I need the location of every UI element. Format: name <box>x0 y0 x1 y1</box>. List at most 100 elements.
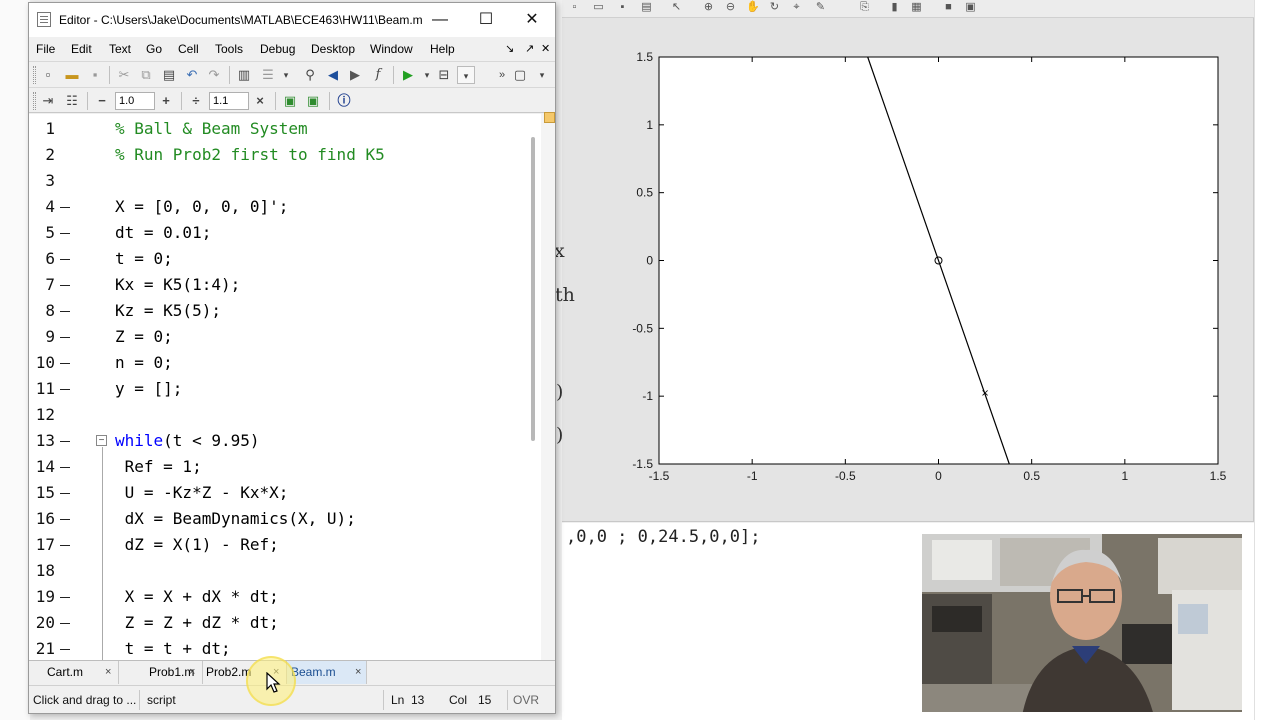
minimize-button[interactable]: — <box>417 3 463 37</box>
breakpoint-dash[interactable] <box>60 467 70 468</box>
webcam-overlay <box>920 532 1244 714</box>
x-tick-label: -1 <box>747 469 758 483</box>
breakpoint-dash[interactable] <box>60 285 70 286</box>
layout-icon[interactable]: ▢ <box>511 66 529 84</box>
evaluate-cell-icon[interactable]: ▣ <box>281 92 299 110</box>
redo-icon[interactable]: ↷ <box>205 66 223 84</box>
more-tools-icon[interactable]: » <box>493 66 511 84</box>
increment-value-input[interactable] <box>115 92 155 110</box>
new-file-icon[interactable]: ▫ <box>39 66 57 84</box>
tab-cart[interactable]: Cart.m × <box>35 661 119 684</box>
title-bar[interactable]: Editor - C:\Users\Jake\Documents\MATLAB\… <box>29 3 555 37</box>
menu-cell[interactable]: Cell <box>178 42 199 56</box>
dropdown-arrow-icon[interactable]: ▾ <box>277 66 295 84</box>
stack-dropdown[interactable]: ▾ <box>457 66 475 84</box>
toolbar-grip[interactable] <box>33 66 36 84</box>
menu-text[interactable]: Text <box>109 42 131 56</box>
status-col-value: 15 <box>478 693 492 707</box>
breakpoint-dash[interactable] <box>60 597 70 598</box>
evaluate-advance-icon[interactable]: ▣ <box>304 92 322 110</box>
multiply-button[interactable]: × <box>251 92 269 110</box>
breakpoint-dash[interactable] <box>60 207 70 208</box>
toolbar-grip[interactable] <box>33 92 36 110</box>
menu-help[interactable]: Help <box>430 42 455 56</box>
close-document-icon[interactable]: ✕ <box>541 42 550 55</box>
breakpoint-dash[interactable] <box>60 649 70 650</box>
run-dropdown-icon[interactable]: ▾ <box>418 66 436 84</box>
breakpoint-dash[interactable] <box>60 259 70 260</box>
tab-beam[interactable]: Beam.m × <box>287 661 367 684</box>
vertical-scrollbar[interactable] <box>541 114 555 660</box>
fold-toggle-icon[interactable]: − <box>96 435 107 446</box>
status-ln-label: Ln <box>391 693 405 707</box>
menu-go[interactable]: Go <box>146 42 162 56</box>
menu-debug[interactable]: Debug <box>260 42 295 56</box>
code-line: Z = Z + dZ * dt; <box>115 613 279 632</box>
breakpoint-dash[interactable] <box>60 233 70 234</box>
breakpoint-dash[interactable] <box>60 337 70 338</box>
decrement-button[interactable]: − <box>93 92 111 110</box>
line-number: 13 <box>35 431 55 450</box>
line-number: 9 <box>45 327 55 346</box>
close-button[interactable]: ✕ <box>509 3 555 37</box>
command-text: ,0,0 ; 0,24.5,0,0]; <box>566 527 761 547</box>
scale-value-input[interactable] <box>209 92 249 110</box>
code-line: % Ball & Beam System <box>115 119 308 138</box>
menu-tools[interactable]: Tools <box>215 42 243 56</box>
line-number: 5 <box>45 223 55 242</box>
tab-label: Prob2.m <box>206 665 252 679</box>
divide-button[interactable]: ÷ <box>187 92 205 110</box>
open-folder-icon[interactable]: ▬ <box>63 66 81 84</box>
toolbar-separator <box>329 92 330 110</box>
copy-icon[interactable]: ⧉ <box>137 66 155 84</box>
stack-icon[interactable]: ⊟ <box>435 66 453 84</box>
layout-dropdown-icon[interactable]: ▾ <box>533 66 551 84</box>
code-line: while(t < 9.95) <box>115 431 260 450</box>
message-indicator-icon[interactable] <box>544 112 555 123</box>
breakpoint-dash[interactable] <box>60 441 70 442</box>
back-icon[interactable]: ◀ <box>324 66 342 84</box>
code-editor[interactable]: 1 2 3 4 5 6 7 8 9 10 11 12 13 14 15 16 1… <box>29 114 541 660</box>
line-number: 19 <box>35 587 55 606</box>
dock-arrow-icon[interactable]: ↗ <box>525 42 534 55</box>
save-icon[interactable]: ▪ <box>86 66 104 84</box>
breakpoint-dash[interactable] <box>60 519 70 520</box>
scrollbar-thumb[interactable] <box>531 137 535 441</box>
tab-close-icon[interactable]: × <box>189 661 195 684</box>
tab-close-icon[interactable]: × <box>355 661 361 684</box>
status-separator <box>507 690 508 710</box>
line-number: 3 <box>45 171 55 190</box>
menu-desktop[interactable]: Desktop <box>311 42 355 56</box>
cut-icon[interactable]: ✂ <box>115 66 133 84</box>
x-tick-label: 1 <box>1121 469 1128 483</box>
increment-button[interactable]: + <box>157 92 175 110</box>
breakpoint-dash[interactable] <box>60 389 70 390</box>
cell-list-icon[interactable]: ☷ <box>63 92 81 110</box>
breakpoint-dash[interactable] <box>60 493 70 494</box>
find-icon[interactable]: ⚲ <box>301 66 319 84</box>
function-browser-icon[interactable]: f <box>369 66 387 84</box>
maximize-button[interactable]: ☐ <box>463 3 509 37</box>
tab-prob1[interactable]: Prob1.m × <box>119 661 203 684</box>
breakpoint-dash[interactable] <box>60 545 70 546</box>
breakpoint-dash[interactable] <box>60 363 70 364</box>
breakpoint-dash[interactable] <box>60 311 70 312</box>
menu-file[interactable]: File <box>36 42 55 56</box>
toolbar-separator <box>109 66 110 84</box>
forward-icon[interactable]: ▶ <box>346 66 364 84</box>
undo-icon[interactable]: ↶ <box>183 66 201 84</box>
print-icon[interactable]: ▥ <box>235 66 253 84</box>
breakpoint-dash[interactable] <box>60 623 70 624</box>
info-icon[interactable]: ⓘ <box>335 92 353 110</box>
menu-window[interactable]: Window <box>370 42 413 56</box>
while-condition: (t < 9.95) <box>163 431 260 450</box>
undock-icon[interactable]: ↘ <box>505 42 514 55</box>
line-number: 6 <box>45 249 55 268</box>
insert-cell-icon[interactable]: ⇥ <box>39 92 57 110</box>
run-icon[interactable]: ▶ <box>399 66 417 84</box>
paste-icon[interactable]: ▤ <box>160 66 178 84</box>
tab-close-icon[interactable]: × <box>105 661 111 684</box>
menu-edit[interactable]: Edit <box>71 42 92 56</box>
code-line: y = []; <box>115 379 183 398</box>
find-files-icon[interactable]: ☰ <box>259 66 277 84</box>
